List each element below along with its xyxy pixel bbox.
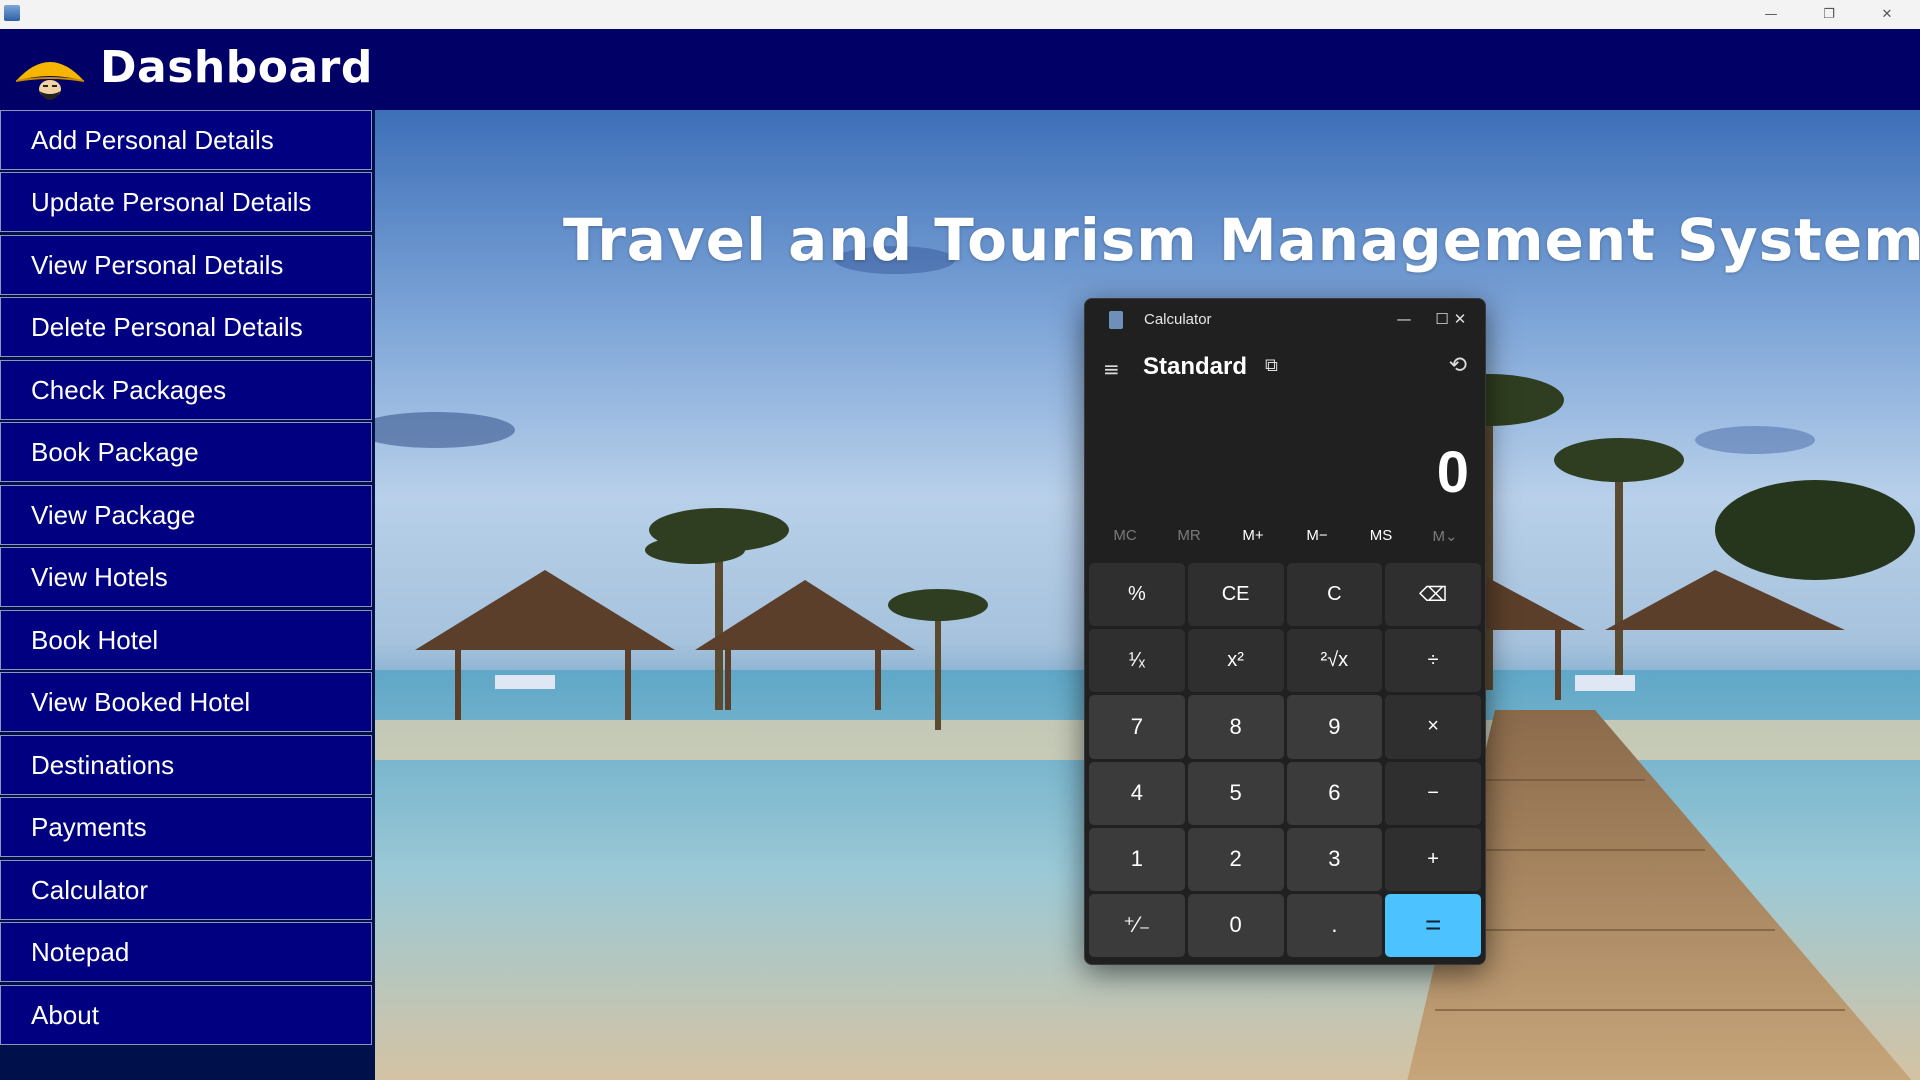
sidebar-item-view-package[interactable]: View Package [0, 485, 372, 545]
calculator-mode-label: Standard [1143, 353, 1248, 380]
square-key[interactable]: x² [1187, 629, 1284, 693]
traveler-hat-logo-icon [15, 62, 85, 100]
digit-1-key[interactable]: 1 [1089, 827, 1185, 891]
calculator-mode-row: ≡ Standard ⧉ ⟲ [1085, 347, 1485, 391]
sidebar-item-check-packages[interactable]: Check Packages [0, 360, 372, 420]
digit-6-key[interactable]: 6 [1286, 761, 1383, 825]
memory-row: MC MR M+ M− MS M⌄ [1093, 527, 1477, 557]
sidebar-item-view-personal-details[interactable]: View Personal Details [0, 235, 372, 295]
square-root-key[interactable]: ²√x [1286, 629, 1383, 693]
close-button[interactable]: ✕ [1858, 0, 1916, 29]
sidebar-item-calculator[interactable]: Calculator [0, 860, 372, 920]
negate-key[interactable]: ⁺⁄₋ [1089, 893, 1185, 957]
sidebar-item-payments[interactable]: Payments [0, 797, 372, 857]
sidebar-item-view-hotels[interactable]: View Hotels [0, 547, 372, 607]
digit-2-key[interactable]: 2 [1187, 827, 1284, 891]
page-title: Dashboard [100, 42, 373, 93]
reciprocal-key[interactable]: ¹⁄ₓ [1089, 629, 1185, 693]
calculator-title-bar[interactable]: Calculator — ☐ ✕ [1085, 299, 1485, 339]
digit-8-key[interactable]: 8 [1187, 695, 1284, 759]
calculator-window-title: Calculator [1144, 311, 1212, 328]
java-app-icon [4, 5, 20, 21]
memory-list-button[interactable]: M⌄ [1415, 527, 1475, 557]
memory-add-button[interactable]: M+ [1223, 527, 1283, 557]
memory-store-button[interactable]: MS [1351, 527, 1411, 557]
restore-button[interactable]: ❐ [1800, 0, 1858, 29]
backspace-key[interactable]: ⌫ [1385, 563, 1481, 627]
calculator-window: Calculator — ☐ ✕ ≡ Standard ⧉ ⟲ 0 MC MR … [1084, 298, 1486, 965]
calculator-display: 0 [1436, 440, 1469, 505]
sidebar-item-notepad[interactable]: Notepad [0, 922, 372, 982]
system-title: Travel and Tourism Management System [563, 206, 1920, 274]
sidebar-item-book-package[interactable]: Book Package [0, 422, 372, 482]
sidebar-item-update-personal-details[interactable]: Update Personal Details [0, 172, 372, 232]
digit-9-key[interactable]: 9 [1286, 695, 1383, 759]
add-key[interactable]: + [1385, 827, 1481, 891]
calculator-close-button[interactable]: ✕ [1437, 305, 1483, 333]
decimal-key[interactable]: . [1286, 893, 1383, 957]
memory-subtract-button[interactable]: M− [1287, 527, 1347, 557]
sidebar-item-view-booked-hotel[interactable]: View Booked Hotel [0, 672, 372, 732]
multiply-key[interactable]: × [1385, 695, 1481, 759]
sidebar-item-destinations[interactable]: Destinations [0, 735, 372, 795]
sidebar-item-about[interactable]: About [0, 985, 372, 1045]
clear-entry-key[interactable]: CE [1187, 563, 1284, 627]
hamburger-menu-icon[interactable]: ≡ [1103, 357, 1125, 381]
divide-key[interactable]: ÷ [1385, 629, 1481, 693]
digit-0-key[interactable]: 0 [1187, 893, 1284, 957]
percent-key[interactable]: % [1089, 563, 1185, 627]
sidebar-item-book-hotel[interactable]: Book Hotel [0, 610, 372, 670]
history-icon[interactable]: ⟲ [1449, 353, 1467, 378]
digit-3-key[interactable]: 3 [1286, 827, 1383, 891]
clear-key[interactable]: C [1286, 563, 1383, 627]
minimize-button[interactable]: — [1742, 0, 1800, 29]
equals-key[interactable]: = [1385, 893, 1481, 957]
os-title-bar: — ❐ ✕ [0, 0, 1920, 29]
digit-7-key[interactable]: 7 [1089, 695, 1185, 759]
calculator-keypad: % CE C ⌫ ¹⁄ₓ x² ²√x ÷ 7 8 9 × 4 5 6 − 1 … [1089, 563, 1481, 957]
digit-4-key[interactable]: 4 [1089, 761, 1185, 825]
sidebar: Add Personal Details Update Personal Det… [0, 110, 375, 1080]
sidebar-item-delete-personal-details[interactable]: Delete Personal Details [0, 297, 372, 357]
memory-clear-button[interactable]: MC [1095, 527, 1155, 557]
subtract-key[interactable]: − [1385, 761, 1481, 825]
keep-on-top-icon[interactable]: ⧉ [1265, 355, 1278, 376]
digit-5-key[interactable]: 5 [1187, 761, 1284, 825]
memory-recall-button[interactable]: MR [1159, 527, 1219, 557]
calculator-app-icon [1109, 311, 1123, 329]
sidebar-item-add-personal-details[interactable]: Add Personal Details [0, 110, 372, 170]
